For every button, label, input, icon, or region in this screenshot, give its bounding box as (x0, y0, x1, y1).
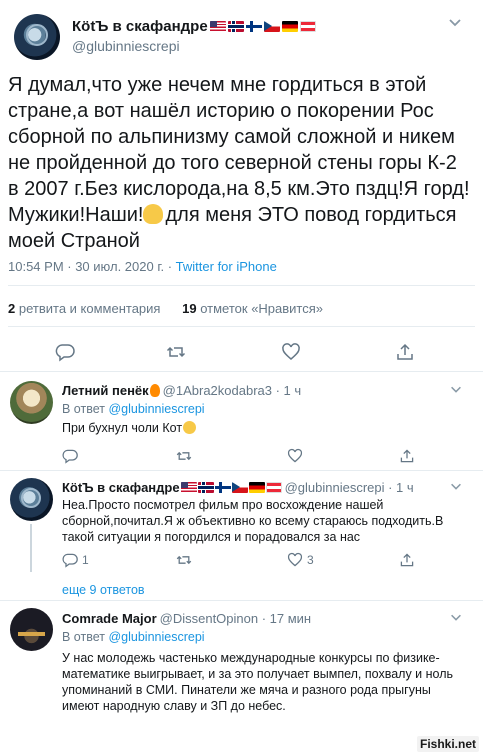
flag-austria-icon (299, 21, 316, 32)
reply-to: В ответ @glubinniescrepi (62, 402, 205, 416)
like-icon[interactable]: 3 (287, 552, 314, 568)
retweets-stat[interactable]: 2 ретвита и комментария (8, 301, 160, 316)
reply-author-handle[interactable]: @glubinniescrepi · 1 ч (285, 480, 414, 495)
flag-finland-icon (214, 482, 231, 493)
reply-author-line[interactable]: КötЪ в скафандре @glubinniescrepi · 1 ч (62, 480, 414, 495)
flag-austria-icon (265, 482, 282, 493)
tweet-source[interactable]: Twitter for iPhone (176, 259, 277, 274)
reply-to-link[interactable]: @glubinniescrepi (108, 630, 204, 644)
watermark: Fishki.net (416, 736, 479, 752)
reply-text: У нас молодежь частенько международные к… (62, 651, 454, 713)
divider (0, 470, 483, 471)
reply-count: 1 (82, 553, 89, 567)
reply-icon[interactable] (50, 337, 80, 367)
retweet-icon[interactable] (176, 448, 192, 464)
avatar[interactable] (10, 478, 53, 521)
like-icon[interactable] (276, 337, 306, 367)
flag-czech-icon (263, 21, 280, 32)
reply-text: При бухнул чоли Кот (62, 420, 467, 436)
chevron-down-icon[interactable] (447, 14, 463, 30)
reply-author-line[interactable]: Comrade Major @DissentOpinon · 17 мин (62, 611, 311, 626)
chevron-down-icon[interactable] (449, 479, 463, 496)
author-name-line[interactable]: КötЪ в скафандре (72, 18, 316, 35)
divider (0, 371, 483, 372)
divider (8, 285, 475, 286)
chevron-down-icon[interactable] (449, 610, 463, 627)
avatar[interactable] (10, 608, 53, 651)
share-icon[interactable] (399, 552, 415, 568)
flag-germany-icon (248, 482, 265, 493)
likes-stat[interactable]: 19 отметок «Нравится» (182, 301, 323, 316)
flag-norway-icon (197, 482, 214, 493)
reply-author-handle[interactable]: @DissentOpinon · 17 мин (160, 611, 311, 626)
reply-to-link[interactable]: @glubinniescrepi (108, 402, 204, 416)
chevron-down-icon[interactable] (449, 382, 463, 399)
avatar[interactable] (14, 14, 60, 60)
reply-to: В ответ @glubinniescrepi (62, 630, 205, 644)
like-count: 3 (307, 553, 314, 567)
flag-norway-icon (227, 21, 244, 32)
reply-icon[interactable]: 1 (62, 552, 89, 568)
show-more-replies-link[interactable]: еще 9 ответов (62, 583, 145, 597)
reply-icon[interactable] (62, 448, 78, 464)
divider (8, 326, 475, 327)
raised-fist-emoji-icon (143, 204, 164, 224)
tweet-meta: 10:54 PM · 30 июл. 2020 г. · Twitter for… (8, 259, 277, 274)
tweet-time[interactable]: 10:54 PM · 30 июл. 2020 г. (8, 259, 164, 274)
retweet-icon[interactable] (176, 552, 192, 568)
divider (0, 600, 483, 601)
tweet-actions (8, 337, 475, 367)
flag-us-icon (180, 482, 197, 493)
like-icon[interactable] (287, 448, 303, 464)
reply-author-name[interactable]: Летний пенёк (62, 383, 149, 398)
reply-text: Неа.Просто посмотрел фильм про восхожден… (62, 498, 444, 544)
tweet-header: КötЪ в скафандре @glubinniescrepi (14, 14, 469, 60)
retweet-icon[interactable] (161, 337, 191, 367)
author-name[interactable]: КötЪ в скафандре (72, 18, 208, 35)
reply-author-handle[interactable]: @1Abra2kodabra3 · 1 ч (163, 383, 302, 398)
thinking-emoji-icon (183, 421, 197, 434)
thread-line (30, 524, 32, 572)
flag-us-icon (209, 21, 226, 32)
flag-finland-icon (245, 21, 262, 32)
reply-author-name[interactable]: КötЪ в скафандре (62, 480, 180, 495)
author-handle[interactable]: @glubinniescrepi (72, 38, 180, 54)
flag-czech-icon (231, 482, 248, 493)
share-icon[interactable] (390, 337, 420, 367)
reply-author-name[interactable]: Comrade Major (62, 611, 157, 626)
reply-actions: 1 3 (62, 552, 462, 572)
fire-emoji-icon (149, 384, 160, 397)
reply-actions (62, 448, 462, 468)
reply-author-line[interactable]: Летний пенёк @1Abra2kodabra3 · 1 ч (62, 383, 301, 398)
avatar[interactable] (10, 381, 53, 424)
tweet-text: Я думал,что уже нечем мне гордиться в эт… (8, 72, 472, 254)
share-icon[interactable] (399, 448, 415, 464)
tweet-stats: 2 ретвита и комментария 19 отметок «Нрав… (8, 301, 323, 316)
flag-germany-icon (281, 21, 298, 32)
